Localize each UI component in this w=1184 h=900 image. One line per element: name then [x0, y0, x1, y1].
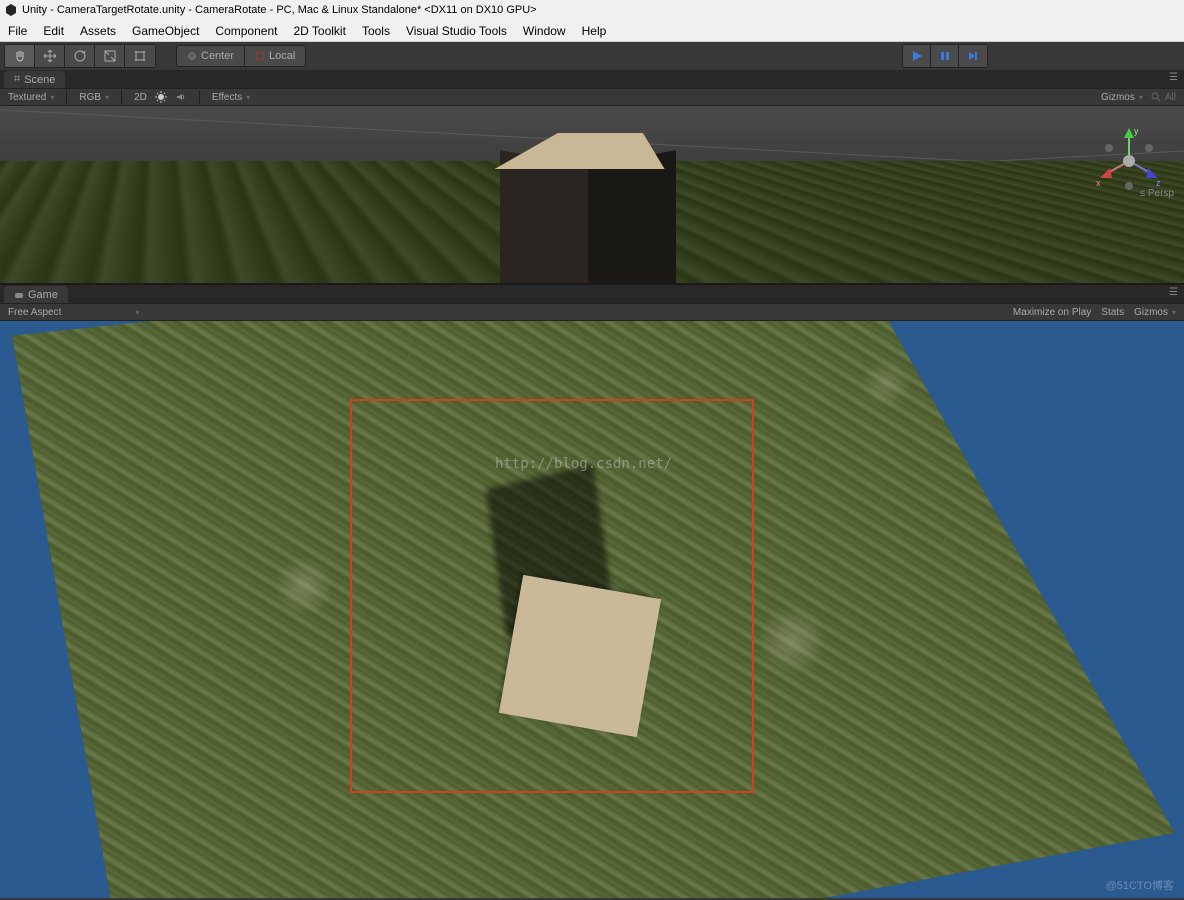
- audio-icon: [175, 91, 187, 103]
- gizmos-dropdown[interactable]: Gizmos▾: [1101, 92, 1143, 103]
- audio-toggle[interactable]: [175, 91, 187, 103]
- shading-mode-dropdown[interactable]: Textured▾: [8, 92, 54, 103]
- menu-window[interactable]: Window: [523, 24, 566, 38]
- watermark-url: http://blog.csdn.net/: [495, 456, 672, 472]
- pivot-center-button[interactable]: Center: [176, 45, 244, 67]
- menu-tools[interactable]: Tools: [362, 24, 390, 38]
- game-tab-icon: [14, 290, 24, 300]
- lighting-toggle[interactable]: [155, 91, 167, 103]
- main-menu-bar: File Edit Assets GameObject Component 2D…: [0, 20, 1184, 42]
- menu-gameobject[interactable]: GameObject: [132, 24, 199, 38]
- game-viewport[interactable]: http://blog.csdn.net/ @51CTO博客: [0, 321, 1184, 898]
- scene-tab[interactable]: ⌗ Scene: [4, 71, 65, 88]
- step-icon: [967, 50, 979, 62]
- pause-button[interactable]: [931, 45, 959, 67]
- menu-vstools[interactable]: Visual Studio Tools: [406, 24, 507, 38]
- pause-icon: [939, 50, 951, 62]
- local-icon: [255, 51, 265, 61]
- play-controls: [902, 44, 988, 68]
- effects-dropdown[interactable]: Effects▾: [212, 92, 250, 103]
- scale-tool[interactable]: [95, 45, 125, 67]
- game-options-bar: Free Aspect▾ Maximize on Play Stats Gizm…: [0, 303, 1184, 321]
- rect-tool[interactable]: [125, 45, 155, 67]
- scene-options-bar: Textured▾ RGB▾ 2D Effects▾ Gizmos▾ All: [0, 88, 1184, 106]
- scene-search[interactable]: All: [1151, 92, 1176, 103]
- step-button[interactable]: [959, 45, 987, 67]
- menu-edit[interactable]: Edit: [43, 24, 64, 38]
- window-title: Unity - CameraTargetRotate.unity - Camer…: [22, 4, 537, 16]
- unity-logo-icon: [4, 3, 18, 17]
- move-tool[interactable]: [35, 45, 65, 67]
- scene-tab-icon: ⌗: [14, 73, 20, 86]
- stats-toggle[interactable]: Stats: [1101, 307, 1124, 318]
- svg-text:x: x: [1096, 178, 1101, 188]
- render-mode-dropdown[interactable]: RGB▾: [79, 92, 109, 103]
- game-tab-row: Game ☰: [0, 285, 1184, 303]
- menu-help[interactable]: Help: [582, 24, 607, 38]
- panel-menu-icon[interactable]: ☰: [1169, 287, 1178, 298]
- pivot-controls: Center Local: [176, 45, 306, 67]
- window-title-bar: Unity - CameraTargetRotate.unity - Camer…: [0, 0, 1184, 20]
- projection-label[interactable]: ≤ Persp: [1140, 188, 1174, 199]
- svg-text:y: y: [1134, 126, 1139, 136]
- scene-cube-object: [500, 126, 680, 283]
- svg-text:z: z: [1156, 178, 1161, 188]
- play-button[interactable]: [903, 45, 931, 67]
- game-tab[interactable]: Game: [4, 286, 68, 303]
- transform-tools: [4, 44, 156, 68]
- menu-component[interactable]: Component: [215, 24, 277, 38]
- hand-tool[interactable]: [5, 45, 35, 67]
- scene-tab-row: ⌗ Scene ☰: [0, 70, 1184, 88]
- footer-watermark: @51CTO博客: [1106, 877, 1174, 893]
- sun-icon: [155, 91, 167, 103]
- scene-viewport[interactable]: y x z ≤ Persp: [0, 106, 1184, 283]
- game-gizmos-dropdown[interactable]: Gizmos▾: [1134, 307, 1176, 318]
- pivot-local-button[interactable]: Local: [244, 45, 306, 67]
- aspect-dropdown[interactable]: Free Aspect▾: [8, 307, 139, 318]
- maximize-toggle[interactable]: Maximize on Play: [1013, 307, 1091, 318]
- main-toolbar: Center Local: [0, 42, 1184, 70]
- rotate-tool[interactable]: [65, 45, 95, 67]
- menu-assets[interactable]: Assets: [80, 24, 116, 38]
- menu-2dtoolkit[interactable]: 2D Toolkit: [293, 24, 345, 38]
- center-icon: [187, 51, 197, 61]
- play-icon: [911, 50, 923, 62]
- menu-file[interactable]: File: [8, 24, 27, 38]
- search-icon: [1151, 92, 1161, 102]
- panel-menu-icon[interactable]: ☰: [1169, 72, 1178, 83]
- 2d-toggle[interactable]: 2D: [134, 92, 147, 103]
